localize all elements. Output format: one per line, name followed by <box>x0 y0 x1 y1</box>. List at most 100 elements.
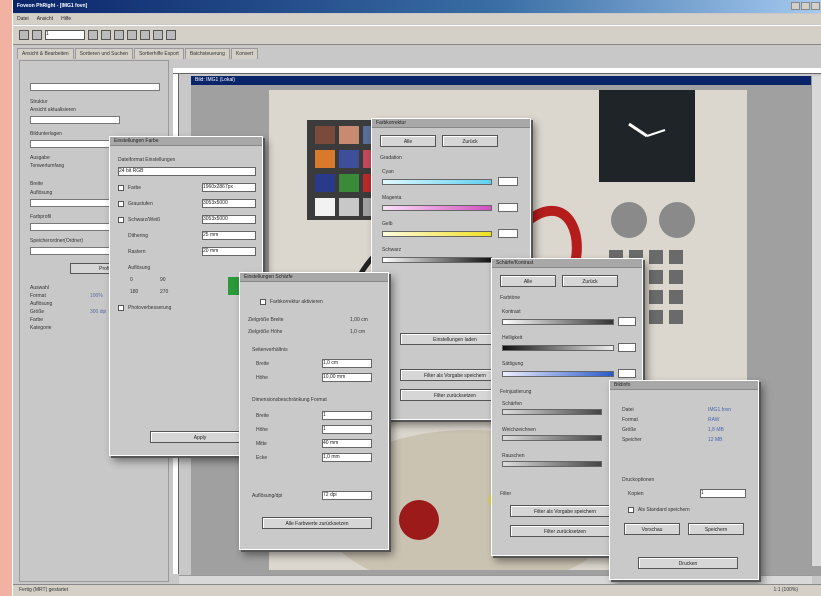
dialog-title: Bildinfo <box>610 381 758 390</box>
sidebar-label-documents: Bildunterlagen <box>30 131 62 137</box>
cyan-slider[interactable] <box>382 179 492 185</box>
dpi-field[interactable]: 72 dpi <box>322 491 372 500</box>
color-label: Farbe <box>128 185 142 191</box>
noise-slider[interactable] <box>502 461 602 467</box>
size-field-1[interactable]: 1960x2867px <box>202 183 256 192</box>
dim-center-field[interactable]: 40 mm <box>322 439 372 448</box>
black-slider[interactable] <box>382 257 492 263</box>
magenta-slider[interactable] <box>382 205 492 211</box>
enhance-label: Photoverbesserung <box>128 305 172 311</box>
copies-field[interactable]: 1 <box>700 489 746 498</box>
saturation-field[interactable] <box>618 369 636 378</box>
sharpen-slider[interactable] <box>502 409 602 415</box>
vertical-scrollbar[interactable] <box>811 76 821 566</box>
info-icon[interactable] <box>166 30 176 40</box>
radio-90[interactable]: 90 <box>160 277 166 283</box>
sidebar-field-1[interactable] <box>30 116 120 124</box>
preview-button[interactable]: Vorschau <box>624 523 680 535</box>
magenta-field[interactable] <box>498 203 518 212</box>
grid-icon[interactable] <box>153 30 163 40</box>
brightness-slider[interactable] <box>502 345 614 351</box>
info-label-size: Größe <box>622 427 637 433</box>
color-checkbox[interactable] <box>118 185 124 191</box>
sidebar-field-4[interactable] <box>30 223 120 231</box>
menu-help[interactable]: Hilfe <box>61 16 71 22</box>
format-select[interactable]: 24 bit RGB <box>118 167 256 176</box>
save-filter-button-2[interactable]: Filter als Vorgabe speichern <box>510 505 620 517</box>
all-button[interactable]: Alle <box>380 135 436 147</box>
menu-view[interactable]: Ansicht <box>37 16 53 22</box>
minimize-button[interactable] <box>791 2 800 10</box>
menu-file[interactable]: Datei <box>17 16 29 22</box>
reset-filter-button-2[interactable]: Filter zurücksetzen <box>510 525 620 537</box>
tab-view-edit[interactable]: Ansicht & Bearbeiten <box>17 48 74 59</box>
reset-colors-button[interactable]: Alle Farbwerte zurücksetzen <box>262 517 372 529</box>
yellow-field[interactable] <box>498 229 518 238</box>
format-select-value: 24 bit RGB <box>119 168 144 174</box>
zoom-in-icon[interactable] <box>127 30 137 40</box>
crop-icon[interactable] <box>114 30 124 40</box>
aspect-width-field[interactable]: 1,0 cm <box>322 359 372 368</box>
sidebar-label-tonal-range: Tonwertumfang <box>30 163 65 169</box>
rotate-left-icon[interactable] <box>88 30 98 40</box>
brightness-field[interactable] <box>618 343 636 352</box>
aspect-height-field[interactable]: 10,00 mm <box>322 373 372 382</box>
print-button[interactable]: Drucken <box>638 557 738 569</box>
aspect-width-value: 1,0 cm <box>323 360 339 366</box>
sharpness-settings-dialog: Einstellungen Schärfe Farbkorrektur akti… <box>239 272 389 550</box>
zoom-out-icon[interactable] <box>140 30 150 40</box>
menu-bar: Datei Ansicht Hilfe <box>13 14 821 24</box>
maximize-button[interactable] <box>801 2 810 10</box>
dim-height-field[interactable]: 1 <box>322 425 372 434</box>
tab-export[interactable]: Sortierhilfe Export <box>134 48 184 59</box>
contrast-slider[interactable] <box>502 319 614 325</box>
radio-270[interactable]: 270 <box>160 289 168 295</box>
size-field-3[interactable]: 3053x5000 <box>202 215 256 224</box>
dim-height-label: Höhe <box>256 427 268 433</box>
sidebar-field-5[interactable] <box>30 247 120 255</box>
back-button[interactable]: Zurück <box>442 135 498 147</box>
rotate-right-icon[interactable] <box>101 30 111 40</box>
blur-slider[interactable] <box>502 435 602 441</box>
back-button-2[interactable]: Zurück <box>562 275 618 287</box>
brightness-label: Helligkeit <box>502 335 523 341</box>
yellow-slider[interactable] <box>382 231 492 237</box>
saturation-slider[interactable] <box>502 371 614 377</box>
dim-width-field[interactable]: 1 <box>322 411 372 420</box>
save-default-checkbox[interactable] <box>628 507 634 513</box>
aspect-width-label: Breite <box>256 361 270 367</box>
size-field-4[interactable]: 25 mm <box>202 231 256 240</box>
size-field-2[interactable]: 3053x5000 <box>202 199 256 208</box>
size-value-3: 3053x5000 <box>203 216 228 222</box>
save-button[interactable]: Speichern <box>688 523 744 535</box>
profile-select[interactable] <box>30 83 160 91</box>
contrast-field[interactable] <box>618 317 636 326</box>
cyan-field[interactable] <box>498 177 518 186</box>
dim-corner-field[interactable]: 1,0 mm <box>322 453 372 462</box>
close-button[interactable] <box>811 2 820 10</box>
all-button-2[interactable]: Alle <box>500 275 556 287</box>
sidebar-field-3[interactable] <box>30 199 120 207</box>
noise-label: Rauschen <box>502 453 525 459</box>
apply-button[interactable]: Apply <box>150 431 250 443</box>
sidebar-label-resolution-2: Auflösung <box>30 301 53 307</box>
radio-0[interactable]: 0 <box>130 277 133 283</box>
sidebar-field-2[interactable] <box>30 140 120 148</box>
sidebar-label-resolution: Auflösung <box>30 190 53 196</box>
open-icon[interactable] <box>32 30 42 40</box>
radio-180[interactable]: 180 <box>130 289 138 295</box>
color-correction-checkbox[interactable] <box>260 299 266 305</box>
sidebar-label-size: Größe <box>30 309 45 315</box>
tab-convert[interactable]: Konvert <box>230 48 259 59</box>
save-icon[interactable] <box>19 30 29 40</box>
copies-value: 1 <box>701 490 704 496</box>
size-field-5[interactable]: 20 mm <box>202 247 256 256</box>
grayscale-checkbox[interactable] <box>118 201 124 207</box>
zoom-input[interactable]: 1 <box>45 30 85 40</box>
enhance-checkbox[interactable] <box>118 305 124 311</box>
contrast-label: Kontrast <box>502 309 521 315</box>
tab-sort-search[interactable]: Sortieren und Suchen <box>74 48 134 59</box>
dither-label: Dithering <box>128 233 149 239</box>
bw-checkbox[interactable] <box>118 217 124 223</box>
tab-batch[interactable]: Batchsteuerung <box>184 48 230 59</box>
